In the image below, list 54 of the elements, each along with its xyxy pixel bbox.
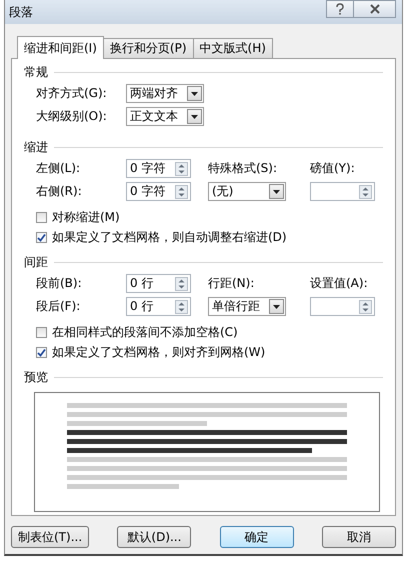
- field-label: 左侧(L):: [36, 160, 82, 177]
- dialog-button[interactable]: 确定: [220, 526, 294, 548]
- checkbox-label: 对称缩进(M): [52, 208, 120, 226]
- checkbox-label: 在相同样式的段落间不添加空格(C): [52, 324, 238, 340]
- dropdown[interactable]: 两端对齐: [126, 84, 204, 103]
- close-icon: [368, 4, 380, 14]
- spinner-field[interactable]: [310, 182, 375, 201]
- checkbox[interactable]: [36, 326, 47, 338]
- field-label: 段后(F):: [36, 298, 82, 315]
- spin-arrows-icon: [175, 300, 188, 314]
- field-label: 对齐方式(G):: [36, 85, 108, 102]
- section-heading: 间距: [24, 254, 48, 270]
- field-label: 磅值(Y):: [310, 160, 356, 177]
- dropdown[interactable]: 单倍行距: [208, 297, 286, 316]
- checkbox[interactable]: [36, 346, 47, 358]
- field-label: 大纲级别(O):: [36, 108, 108, 125]
- close-button[interactable]: [354, 0, 396, 18]
- field-label: 行距(N):: [208, 275, 256, 292]
- spin-arrows-icon: [175, 162, 188, 176]
- tab[interactable]: 中文版式(H): [192, 38, 273, 58]
- field-label: 特殊格式(S):: [208, 160, 278, 177]
- dropdown[interactable]: 正文文本: [126, 107, 204, 126]
- help-button[interactable]: [326, 0, 354, 18]
- tab[interactable]: 换行和分页(P): [102, 38, 194, 58]
- checkbox[interactable]: [36, 232, 47, 242]
- caret-icon: [191, 92, 198, 96]
- section-heading: 预览: [24, 368, 48, 386]
- field-label: 右侧(R):: [36, 183, 83, 200]
- dropdown[interactable]: (无): [208, 182, 286, 201]
- spinner-field[interactable]: 0 字符: [126, 159, 191, 178]
- spinner-field[interactable]: 0 字符: [126, 182, 191, 201]
- section-heading: 缩进: [24, 138, 48, 156]
- dialog-button[interactable]: 制表位(T)...: [11, 526, 90, 548]
- spin-arrows-icon: [175, 276, 188, 290]
- help-icon: [335, 3, 345, 15]
- spinner-field[interactable]: 0 行: [126, 297, 191, 316]
- dialog-button[interactable]: 默认(D)...: [117, 526, 192, 548]
- checkbox-label: 如果定义了文档网格，则对齐到网格(W): [52, 344, 266, 360]
- section-heading: 常规: [24, 64, 48, 80]
- caret-icon: [273, 190, 280, 194]
- tab[interactable]: 缩进和间距(I): [17, 36, 104, 59]
- field-label: 设置值(A):: [310, 275, 369, 292]
- field-label: 段前(B):: [36, 275, 83, 292]
- spin-arrows-icon: [359, 184, 372, 198]
- spin-arrows-icon: [175, 184, 188, 198]
- checkbox[interactable]: [36, 212, 47, 222]
- caret-icon: [273, 304, 280, 308]
- caret-icon: [191, 114, 198, 118]
- dialog-button[interactable]: 取消: [322, 526, 396, 548]
- checkbox-label: 如果定义了文档网格，则自动调整右缩进(D): [52, 228, 287, 246]
- window-title: 段落: [9, 4, 33, 20]
- spin-arrows-icon: [359, 300, 372, 314]
- spinner-field[interactable]: 0 行: [126, 274, 191, 293]
- spinner-field[interactable]: [310, 297, 375, 316]
